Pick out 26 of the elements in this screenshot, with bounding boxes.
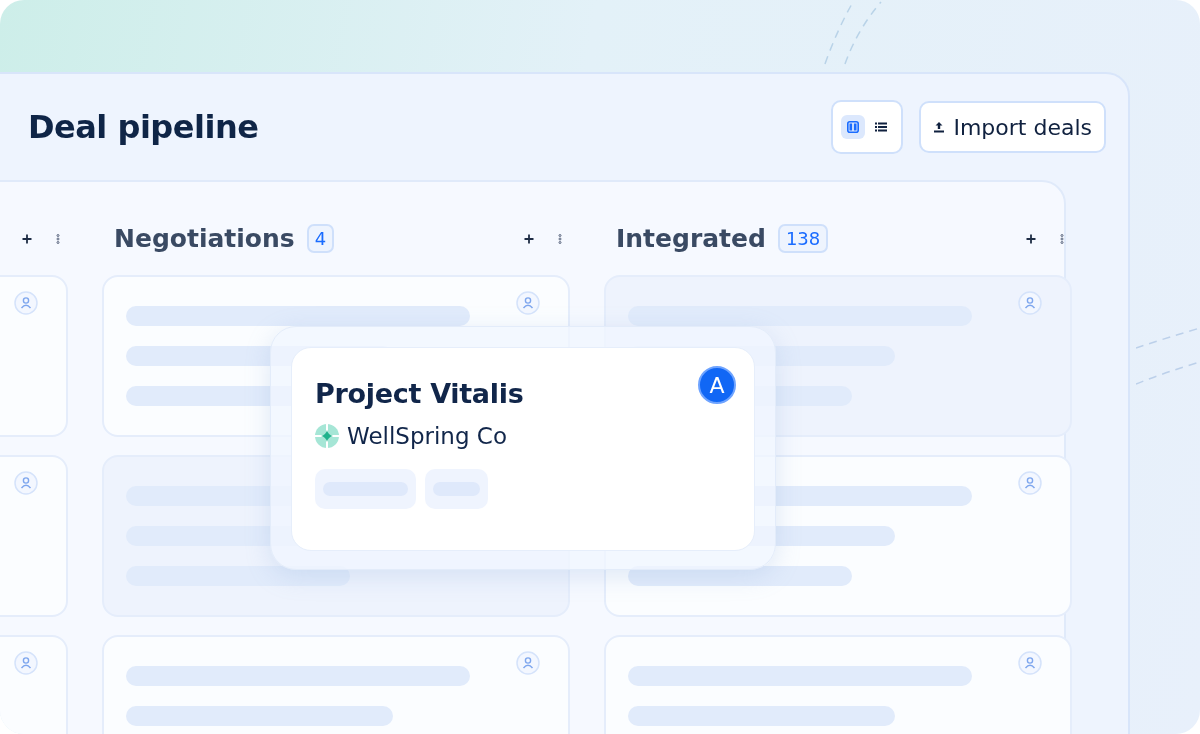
placeholder-chip [425,469,488,509]
import-button[interactable]: Import deals [919,101,1106,153]
upload-icon [933,121,946,133]
count-badge: 4 [306,224,335,253]
user-icon [14,291,38,315]
page-title: Deal pipeline [28,108,259,146]
user-icon [1018,651,1042,675]
user-icon [14,471,38,495]
list-icon [875,122,888,132]
user-icon [516,651,540,675]
column-title: Integrated [616,224,766,253]
board-view-button[interactable] [841,115,866,139]
column-title: Negotiations [114,224,295,253]
deal-card[interactable]: Project Vitalis A WellSpring Co [291,347,755,551]
user-icon [14,651,38,675]
user-icon [516,291,540,315]
count-badge: 138 [777,224,829,253]
columns-icon [847,121,860,133]
user-icon [1018,471,1042,495]
avatar: A [698,366,736,404]
deal-title: Project Vitalis [315,378,524,409]
user-icon [1018,291,1042,315]
dashed-line-drawing [823,0,883,66]
company-logo-icon [315,424,339,448]
dashed-line-drawing [1136,326,1200,386]
company-name: WellSpring Co [347,423,507,449]
